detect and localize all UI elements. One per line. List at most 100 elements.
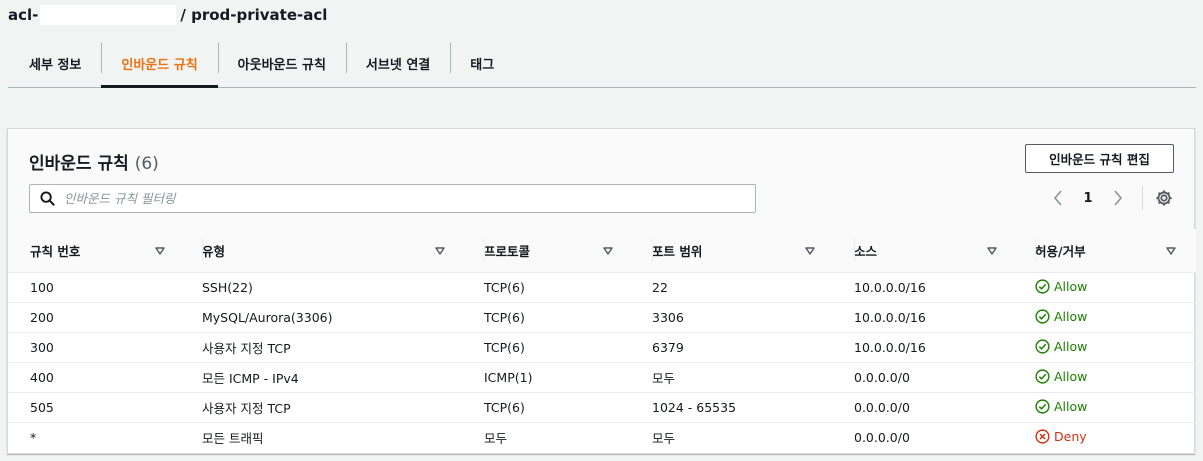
column-header-allow-deny[interactable]: 허용/거부: [1016, 229, 1196, 273]
chevron-left-icon[interactable]: [1048, 190, 1068, 206]
cell-source: 0.0.0.0/0: [834, 392, 1016, 423]
cell-protocol: TCP(6): [464, 392, 632, 423]
tab-details[interactable]: 세부 정보: [8, 40, 101, 87]
cell-rule-number: *: [30, 430, 37, 446]
cell-port-range: 6379: [632, 332, 834, 363]
cell-type: 사용자 지정 TCP: [184, 392, 464, 423]
panel-title: 인바운드 규칙 (6): [29, 149, 159, 174]
column-header-rule-number[interactable]: 규칙 번호: [8, 229, 184, 273]
status-text: Allow: [1054, 368, 1088, 384]
x-circle-icon: [1035, 429, 1050, 444]
cell-type: SSH(22): [184, 272, 464, 303]
status-text: Allow: [1054, 338, 1088, 354]
cell-rule-number: 300: [8, 332, 184, 363]
table-row: 200 MySQL/Aurora(3306) TCP(6) 3306 10.0.…: [8, 302, 1196, 333]
cell-protocol: ICMP(1): [464, 362, 632, 393]
cell-protocol: TCP(6): [464, 302, 632, 333]
sort-caret-icon[interactable]: [981, 246, 1003, 255]
cell-source: 0.0.0.0/0: [834, 362, 1016, 393]
cell-rule-number: 200: [8, 302, 184, 333]
cell-protocol: 모두: [484, 431, 508, 447]
rules-table: 규칙 번호 유형 프로토콜 포트 범위 소스 허용/거부 100 SSH(22)…: [8, 229, 1196, 453]
panel-header: [8, 129, 1194, 229]
cell-rule-number: 505: [8, 392, 184, 423]
page-title: acl- / prod-private-acl: [8, 4, 327, 26]
cell-allow-deny: Allow: [1016, 272, 1196, 303]
pagination: 1: [1048, 186, 1173, 210]
table-row: 505 사용자 지정 TCP TCP(6) 1024 - 65535 0.0.0…: [8, 392, 1196, 423]
table-header-row: 규칙 번호 유형 프로토콜 포트 범위 소스 허용/거부: [8, 229, 1196, 273]
gear-icon[interactable]: [1155, 189, 1173, 207]
tab-tags[interactable]: 태그: [450, 40, 514, 87]
cell-allow-deny: Allow: [1016, 332, 1196, 363]
column-label: 소스: [854, 244, 878, 259]
cell-protocol: TCP(6): [464, 332, 632, 363]
check-circle-icon: [1035, 308, 1050, 324]
sort-caret-icon[interactable]: [429, 246, 451, 255]
column-label: 허용/거부: [1035, 244, 1086, 259]
cell-source: 10.0.0.0/16: [834, 302, 1016, 333]
acl-name: / prod-private-acl: [180, 6, 328, 24]
cell-port-range: 22: [632, 272, 834, 303]
sort-caret-icon[interactable]: [1160, 246, 1182, 255]
check-circle-icon: [1035, 368, 1050, 384]
cell-allow-deny: Allow: [1016, 302, 1196, 333]
status-text: Allow: [1054, 278, 1088, 294]
cell-type: 모든 ICMP - IPv4: [184, 362, 464, 393]
filter-search-box[interactable]: [29, 184, 756, 213]
cell-port-range: 모두: [652, 431, 676, 447]
sort-caret-icon[interactable]: [597, 246, 619, 255]
inbound-rules-panel: 인바운드 규칙 (6) 인바운드 규칙 편집 1: [7, 128, 1196, 454]
table-row: 100 SSH(22) TCP(6) 22 10.0.0.0/16 Allow: [8, 272, 1196, 303]
edit-inbound-rules-button[interactable]: 인바운드 규칙 편집: [1025, 144, 1174, 173]
status-text: Allow: [1054, 398, 1088, 414]
status-badge: Allow: [1035, 399, 1087, 414]
column-label: 프로토콜: [484, 244, 531, 259]
column-label: 규칙 번호: [30, 244, 81, 259]
cell-allow-deny: Deny: [1016, 423, 1196, 453]
status-badge: Allow: [1035, 339, 1087, 354]
table-row: 300 사용자 지정 TCP TCP(6) 6379 10.0.0.0/16 A…: [8, 332, 1196, 363]
cell-source: 10.0.0.0/16: [834, 272, 1016, 303]
check-circle-icon: [1035, 278, 1050, 294]
tab-subnet-associations[interactable]: 서브넷 연결: [345, 40, 450, 87]
pager-divider: [1142, 186, 1143, 210]
status-text: Deny: [1054, 428, 1087, 444]
column-header-type[interactable]: 유형: [184, 229, 464, 273]
acl-id-prefix: acl-: [8, 6, 39, 24]
column-header-protocol[interactable]: 프로토콜: [464, 229, 632, 273]
search-icon: [30, 191, 64, 206]
rule-count: (6): [134, 154, 159, 174]
cell-type: MySQL/Aurora(3306): [184, 302, 464, 333]
sort-caret-icon[interactable]: [799, 246, 821, 255]
tab-bar: 세부 정보 인바운드 규칙 아웃바운드 규칙 서브넷 연결 태그: [8, 40, 1196, 88]
cell-port-range: 모두: [632, 362, 834, 393]
cell-rule-number: 100: [8, 272, 184, 303]
cell-source: 10.0.0.0/16: [834, 332, 1016, 363]
cell-source: 0.0.0.0/0: [854, 430, 910, 446]
column-label: 포트 범위: [652, 244, 703, 259]
cell-rule-number: 400: [8, 362, 184, 393]
sort-caret-icon[interactable]: [149, 246, 171, 255]
check-circle-icon: [1035, 338, 1050, 354]
tab-inbound-rules[interactable]: 인바운드 규칙: [101, 40, 218, 88]
page-number[interactable]: 1: [1068, 191, 1108, 206]
panel-title-text: 인바운드 규칙: [29, 154, 129, 174]
status-text: Allow: [1054, 308, 1088, 324]
filter-input[interactable]: [64, 185, 755, 212]
cell-type: 사용자 지정 TCP: [184, 332, 464, 363]
chevron-right-icon[interactable]: [1108, 190, 1128, 206]
cell-protocol: TCP(6): [464, 272, 632, 303]
column-header-port-range[interactable]: 포트 범위: [632, 229, 834, 273]
status-badge: Deny: [1035, 429, 1087, 444]
cell-allow-deny: Allow: [1016, 392, 1196, 423]
column-label: 유형: [202, 244, 226, 259]
table-row: 400 모든 ICMP - IPv4 ICMP(1) 모두 0.0.0.0/0 …: [8, 362, 1196, 393]
status-badge: Allow: [1035, 369, 1087, 384]
tab-outbound-rules[interactable]: 아웃바운드 규칙: [217, 40, 346, 87]
cell-allow-deny: Allow: [1016, 362, 1196, 393]
column-header-source[interactable]: 소스: [834, 229, 1016, 273]
cell-port-range: 1024 - 65535: [632, 392, 834, 423]
status-badge: Allow: [1035, 309, 1087, 324]
table-row: * 모든 트래픽 모두 모두 0.0.0.0/0 Deny: [8, 423, 1196, 453]
